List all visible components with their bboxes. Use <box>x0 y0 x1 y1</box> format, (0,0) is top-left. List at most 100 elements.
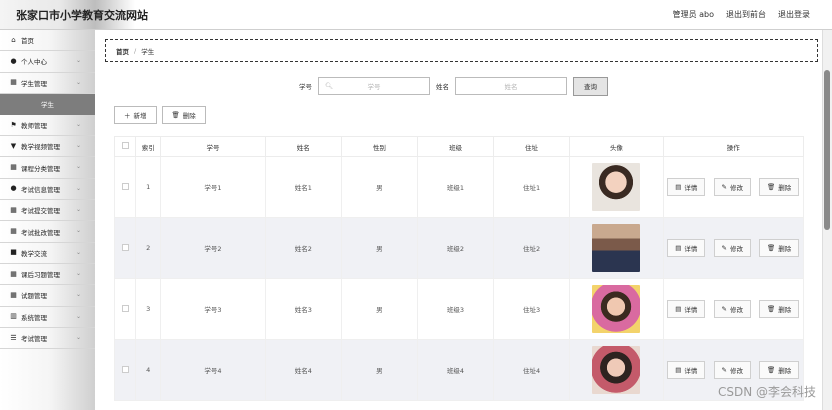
sidebar-item[interactable]: ▦ 课程分类管理 ⌄ <box>0 157 95 179</box>
select-all-cell[interactable] <box>113 136 137 157</box>
scrollbar-thumb[interactable] <box>824 70 830 230</box>
operation-cell: ▤ 详情 ✎ 修改 🗑︎ 删除 <box>662 278 805 340</box>
gender-cell: 男 <box>340 339 418 401</box>
edit-button[interactable]: ✎ 修改 <box>713 300 751 318</box>
row-select-cell[interactable] <box>113 217 137 279</box>
delete-button[interactable]: 🗑︎ 删除 <box>759 239 800 257</box>
sidebar-item-label: 考试批改管理 <box>21 228 60 237</box>
table-row[interactable]: 1 学号1 姓名1 男 班级1 住址1 ▤ 详情 ✎ 修改 🗑︎ 删除 <box>113 156 805 218</box>
row-checkbox[interactable] <box>121 365 129 373</box>
detail-button[interactable]: ▤ 详情 <box>667 178 706 196</box>
sidebar-item-label: 教学视频管理 <box>21 143 60 152</box>
delete-label: 删除 <box>778 245 792 253</box>
operation-cell: ▤ 详情 ✎ 修改 🗑︎ 删除 <box>662 217 805 279</box>
video-icon: ▼ <box>10 141 17 150</box>
student-no-input[interactable]: 🔍︎ 学号 <box>318 77 430 95</box>
name-label: 姓名 <box>436 83 449 91</box>
pin-icon: ● <box>10 184 17 193</box>
gender-cell: 男 <box>340 278 418 340</box>
logout-link[interactable]: 退出登录 <box>778 9 810 20</box>
student-no-cell: 学号4 <box>160 339 266 401</box>
sidebar-subitem-student[interactable]: 学生 <box>0 93 95 115</box>
pencil-icon: ✎ <box>721 305 727 313</box>
add-button[interactable]: ＋ 新增 <box>114 106 157 124</box>
class-cell: 班级3 <box>416 278 495 340</box>
student-no-cell: 学号1 <box>160 156 266 218</box>
sidebar-item-label: 个人中心 <box>21 58 47 67</box>
table-row[interactable]: 4 学号4 姓名4 男 班级4 住址4 ▤ 详情 ✎ 修改 🗑︎ 删除 <box>113 339 805 401</box>
chat-icon: ■ <box>10 248 17 257</box>
edit-label: 修改 <box>729 184 743 192</box>
chevron-down-icon: ⌄ <box>75 184 81 192</box>
gender-cell: 男 <box>340 156 418 218</box>
sidebar-item-label: 学生管理 <box>21 79 47 88</box>
action-toolbar: ＋ 新增 🗑︎ 删除 <box>114 106 206 124</box>
sidebar-item[interactable]: ▥ 系统管理 ⌄ <box>0 307 95 328</box>
sidebar-item[interactable]: ● 个人中心 ⌄ <box>0 51 95 73</box>
avatar <box>592 285 641 333</box>
query-button[interactable]: 查询 <box>573 76 608 96</box>
trash-icon: 🗑︎ <box>767 305 776 313</box>
edit-button[interactable]: ✎ 修改 <box>713 361 751 379</box>
edit-label: 修改 <box>729 367 743 375</box>
breadcrumb-home[interactable]: 首页 <box>116 46 129 56</box>
detail-button[interactable]: ▤ 详情 <box>667 300 706 318</box>
page-scrollbar[interactable] <box>822 30 832 410</box>
name-input[interactable]: 姓名 <box>455 77 567 95</box>
pencil-icon: ✎ <box>721 244 727 252</box>
chevron-down-icon: ⌄ <box>75 57 81 65</box>
index-cell: 2 <box>135 217 162 279</box>
chevron-down-icon: ⌄ <box>75 227 81 235</box>
name-placeholder: 姓名 <box>504 83 518 91</box>
add-button-label: 新增 <box>133 112 147 120</box>
pencil-icon: ✎ <box>721 366 727 374</box>
sidebar-item[interactable]: ▦ 考试批改管理 ⌄ <box>0 221 95 243</box>
grid-icon: ▦ <box>10 78 17 87</box>
chevron-down-icon: ⌄ <box>75 206 81 214</box>
row-checkbox[interactable] <box>121 304 129 312</box>
sidebar-item-label: 教师管理 <box>21 122 47 131</box>
chevron-down-icon: ⌄ <box>75 333 81 341</box>
delete-button[interactable]: 🗑︎ 删除 <box>759 178 800 196</box>
column-header: 性别 <box>340 136 418 157</box>
class-cell: 班级2 <box>416 217 495 279</box>
back-to-front-link[interactable]: 退出到前台 <box>726 9 766 20</box>
chevron-down-icon: ⌄ <box>75 248 81 256</box>
batch-delete-button[interactable]: 🗑︎ 删除 <box>161 106 206 124</box>
sidebar-item[interactable]: ■ 教学交流 ⌄ <box>0 243 95 264</box>
row-select-cell[interactable] <box>113 156 137 218</box>
table-row[interactable]: 3 学号3 姓名3 男 班级3 住址3 ▤ 详情 ✎ 修改 🗑︎ 删除 <box>113 278 805 340</box>
student-no-placeholder: 学号 <box>367 83 381 91</box>
row-checkbox[interactable] <box>121 182 129 190</box>
delete-button[interactable]: 🗑︎ 删除 <box>759 300 800 318</box>
sidebar-item[interactable]: ▦ 考试提交管理 ⌄ <box>0 200 95 222</box>
sidebar-item-label: 考试提交管理 <box>21 207 60 216</box>
table-row[interactable]: 2 学号2 姓名2 男 班级2 住址2 ▤ 详情 ✎ 修改 🗑︎ 删除 <box>113 217 805 279</box>
student-no-cell: 学号2 <box>160 217 266 279</box>
sidebar-item[interactable]: ● 考试信息管理 ⌄ <box>0 179 95 201</box>
sidebar-item[interactable]: ⚑ 教师管理 ⌄ <box>0 115 95 137</box>
avatar <box>592 224 641 272</box>
edit-button[interactable]: ✎ 修改 <box>713 239 751 257</box>
delete-button[interactable]: 🗑︎ 删除 <box>759 361 800 379</box>
row-select-cell[interactable] <box>113 339 137 401</box>
detail-button[interactable]: ▤ 详情 <box>667 239 706 257</box>
sidebar-item[interactable]: ▦ 学生管理 ⌄ <box>0 73 95 94</box>
row-checkbox[interactable] <box>121 243 129 251</box>
chevron-down-icon: ⌄ <box>75 78 81 86</box>
trash-icon: 🗑︎ <box>171 111 180 119</box>
detail-label: 详情 <box>684 367 698 375</box>
sidebar-item[interactable]: ▦ 课后习题管理 ⌄ <box>0 264 95 286</box>
breadcrumb-current: 学生 <box>141 47 155 56</box>
detail-button[interactable]: ▤ 详情 <box>667 361 706 379</box>
sidebar-item[interactable]: ▼ 教学视频管理 ⌄ <box>0 136 95 158</box>
operation-cell: ▤ 详情 ✎ 修改 🗑︎ 删除 <box>662 156 805 218</box>
sidebar-item[interactable]: ☰ 考试管理 ⌄ <box>0 328 95 350</box>
row-select-cell[interactable] <box>113 278 137 340</box>
chevron-down-icon: ⌄ <box>75 291 81 299</box>
select-all-checkbox[interactable] <box>121 142 129 149</box>
edit-button[interactable]: ✎ 修改 <box>713 178 751 196</box>
avatar-cell <box>569 339 664 401</box>
sidebar-item[interactable]: ▦ 试题管理 ⌄ <box>0 285 95 307</box>
sidebar-item[interactable]: ⌂ 首页 <box>0 30 95 52</box>
